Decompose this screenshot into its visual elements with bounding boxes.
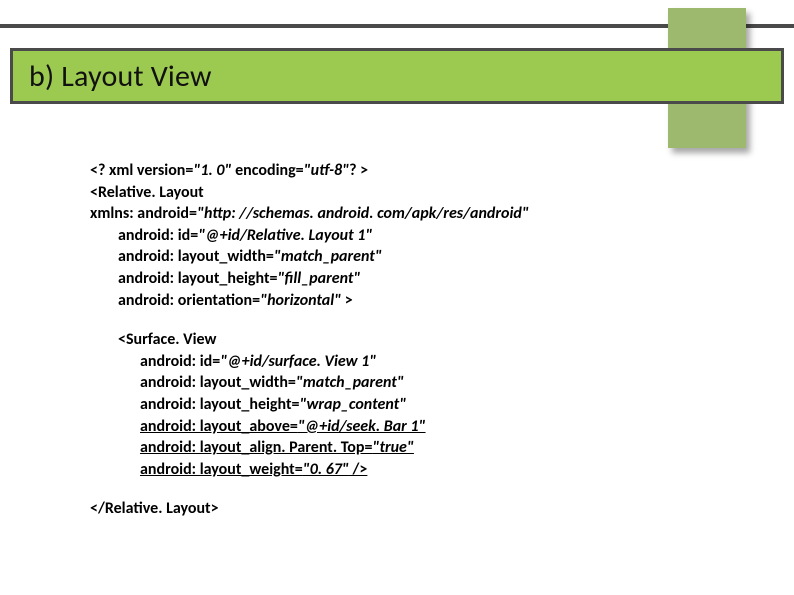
code-text: android: orientation= [118,291,260,310]
code-line-7: android: orientation="horizontal" > [90,290,734,312]
code-text: <? xml version= [90,161,193,180]
code-text: android: layout_width= [118,247,274,266]
code-text: <Relative. Layout [90,183,204,202]
code-line-8: <Surface. View [90,329,734,351]
code-line-13: android: layout_align. Parent. Top="true… [90,437,734,459]
code-text: android: layout_weight= [140,460,303,479]
code-text: "match_parent" [274,247,382,266]
code-text: "0. 67" [303,460,349,479]
code-text: "@+id/seek. Bar 1" [298,417,426,436]
code-text: </Relative. Layout> [90,499,219,518]
code-line-15: </Relative. Layout> [90,498,734,520]
code-text: "match_parent" [296,373,404,392]
code-line-10: android: layout_width="match_parent" [90,372,734,394]
code-text: "fill_parent" [277,269,360,288]
code-text: "true" [372,438,414,457]
slide-title: b) Layout View [13,58,212,95]
code-text: ? > [349,161,368,180]
title-bar: b) Layout View [10,48,784,104]
code-line-1: <? xml version="1. 0" encoding="utf-8"? … [90,160,734,182]
code-text: > [341,291,353,310]
code-text: android: layout_width= [140,373,296,392]
code-line-9: android: id="@+id/surface. View 1" [90,351,734,373]
code-line-3: xmlns: android="http: //schemas. android… [90,203,734,225]
spacer [90,311,734,329]
slide: b) Layout View <? xml version="1. 0" enc… [0,0,794,595]
code-text: <Surface. View [118,330,216,349]
code-text: "1. 0" [193,161,231,180]
code-text: encoding= [232,161,304,180]
code-line-2: <Relative. Layout [90,182,734,204]
code-text: android: layout_height= [118,269,277,288]
code-text: android: id= [140,352,220,371]
code-text: xmlns: android= [90,204,197,223]
code-text: "@+id/Relative. Layout 1" [198,226,372,245]
code-line-14: android: layout_weight="0. 67" /> [90,459,734,481]
code-text: "@+id/surface. View 1" [220,352,376,371]
code-text: android: id= [118,226,198,245]
code-text: "horizontal" [260,291,341,310]
code-line-12: android: layout_above="@+id/seek. Bar 1" [90,416,734,438]
code-text: "http: //schemas. android. com/apk/res/a… [197,204,529,223]
code-text: android: layout_above= [140,417,298,436]
spacer [90,480,734,498]
code-line-11: android: layout_height="wrap_content" [90,394,734,416]
code-text: /> [349,460,367,479]
code-line-6: android: layout_height="fill_parent" [90,268,734,290]
code-text: "wrap_content" [299,395,406,414]
code-line-5: android: layout_width="match_parent" [90,246,734,268]
code-line-4: android: id="@+id/Relative. Layout 1" [90,225,734,247]
code-text: "utf-8" [304,161,349,180]
code-text: android: layout_align. Parent. Top= [140,438,372,457]
code-text: android: layout_height= [140,395,299,414]
code-block: <? xml version="1. 0" encoding="utf-8"? … [90,160,734,575]
